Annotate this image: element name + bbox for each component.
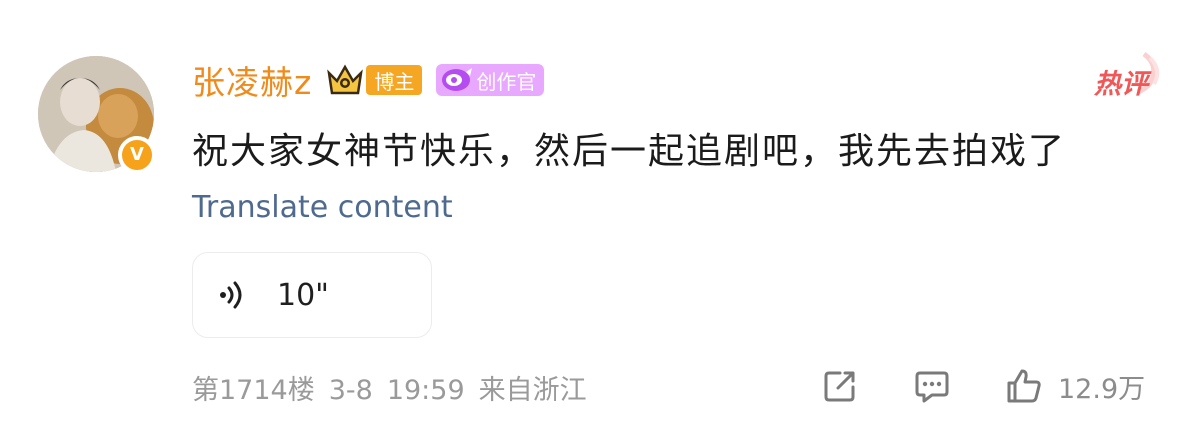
comment-card: V 张凌赫z 博主 创作官 热评 祝大家女神节快乐，然后一起追剧吧，我先去拍戏了… — [0, 0, 1200, 431]
creator-badge-icon — [442, 68, 473, 91]
like-count: 12.9万 — [1058, 373, 1146, 405]
comment-header: 张凌赫z 博主 创作官 — [192, 56, 545, 104]
verified-v-icon: V — [118, 136, 156, 174]
comment-icon — [915, 371, 949, 403]
post-date: 3-8 — [328, 375, 373, 406]
crown-icon — [327, 64, 364, 95]
comment-button[interactable] — [912, 364, 952, 408]
creator-badge-label: 创作官 — [476, 69, 537, 94]
like-icon — [1007, 369, 1041, 403]
post-location: 来自浙江 — [478, 375, 587, 406]
comment-text: 祝大家女神节快乐，然后一起追剧吧，我先去拍戏了 — [192, 131, 1067, 172]
voice-message[interactable]: 10" — [192, 252, 432, 338]
hot-comment-label: 热评 — [1094, 69, 1148, 100]
blogger-badge[interactable]: 博主 — [366, 65, 423, 95]
floor-number: 第1714楼 — [192, 375, 315, 406]
translate-link[interactable]: Translate content — [192, 190, 453, 225]
share-button[interactable] — [820, 364, 860, 408]
post-time: 19:59 — [386, 375, 465, 406]
voice-wave-icon — [220, 281, 242, 309]
creator-badge[interactable]: 创作官 — [436, 64, 545, 96]
voice-duration: 10" — [277, 277, 329, 313]
share-icon — [824, 371, 855, 402]
comment-meta: 第1714楼 3-8 19:59 来自浙江 — [192, 368, 601, 407]
like-button[interactable]: 12.9万 — [1004, 364, 1145, 408]
username[interactable]: 张凌赫z — [192, 56, 312, 104]
